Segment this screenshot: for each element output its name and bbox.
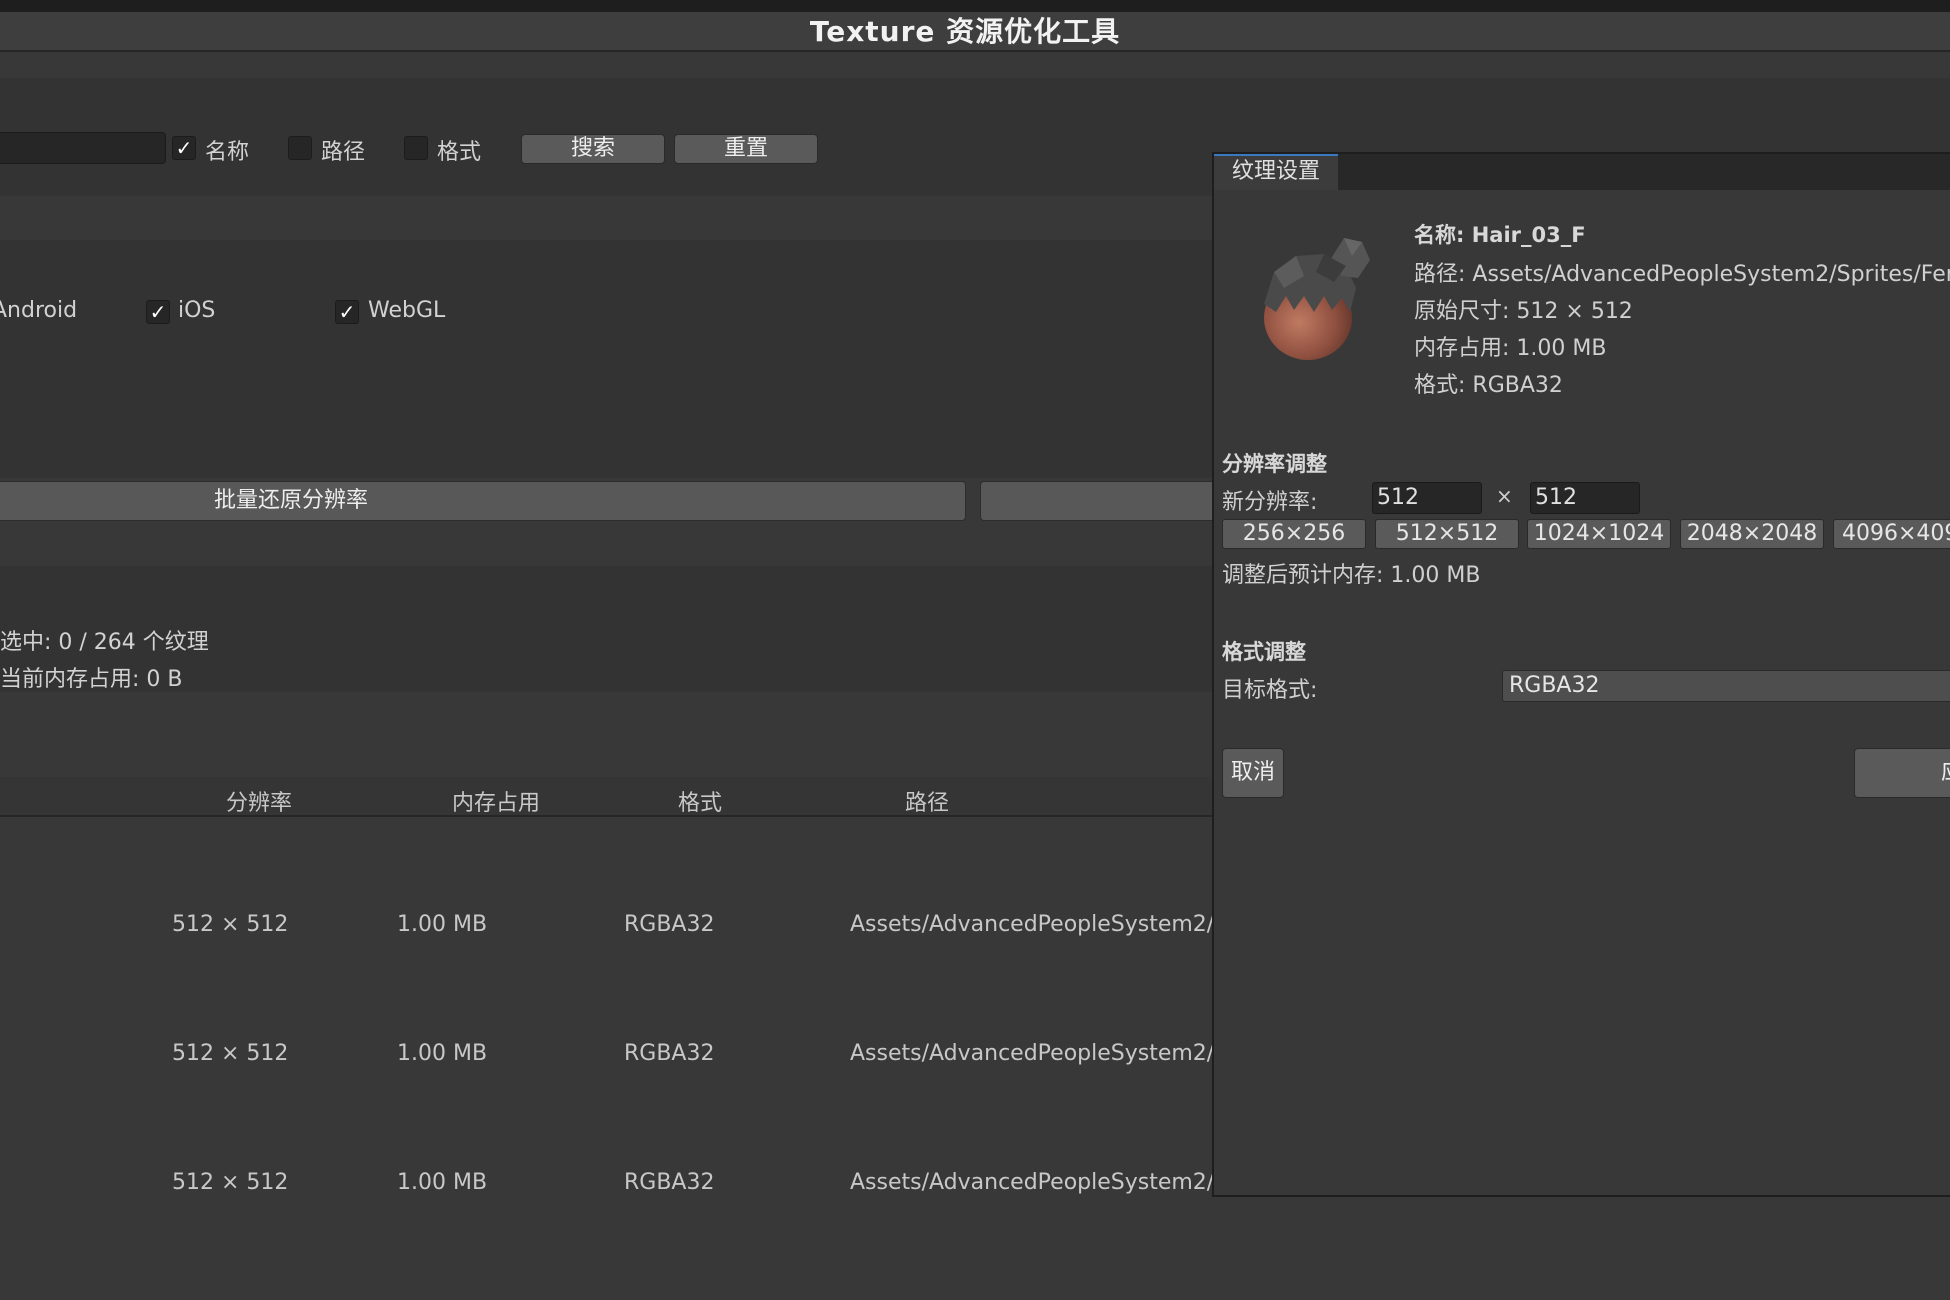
name-checkbox-label: 名称 <box>205 140 250 165</box>
check-icon: ✓ <box>149 300 167 324</box>
selected-count: 选中: 0 / 264 个纹理 <box>0 630 209 655</box>
target-format-label: 目标格式: <box>1222 678 1318 703</box>
path-checkbox-label: 路径 <box>321 140 366 165</box>
window-top-strip <box>0 0 1950 12</box>
platform-ios-label: iOS <box>178 298 216 323</box>
row-format: RGBA32 <box>624 912 715 937</box>
table-row[interactable]: 512 × 512 1.00 MB RGBA32 Assets/Advanced… <box>0 1158 1215 1208</box>
row-resolution: 512 × 512 <box>172 1170 289 1195</box>
cancel-button[interactable]: 取消 <box>1222 748 1284 798</box>
preset-2048-button[interactable]: 2048×2048 <box>1680 519 1824 549</box>
platform-webgl-checkbox[interactable]: ✓ <box>335 300 359 324</box>
row-path: Assets/AdvancedPeopleSystem2/ <box>850 1170 1215 1195</box>
row-resolution: 512 × 512 <box>172 912 289 937</box>
name-checkbox[interactable]: ✓ <box>172 136 196 160</box>
platform-android-label[interactable]: Android <box>0 298 77 323</box>
batch-secondary-button[interactable] <box>980 481 1220 521</box>
path-checkbox[interactable] <box>288 136 312 160</box>
row-resolution: 512 × 512 <box>172 1041 289 1066</box>
check-icon: ✓ <box>175 136 193 160</box>
tab-texture-settings[interactable]: 纹理设置 <box>1214 154 1338 190</box>
current-memory: 当前内存占用: 0 B <box>0 667 183 692</box>
preset-4096-button[interactable]: 4096×409 <box>1833 519 1950 549</box>
texture-path: 路径: Assets/AdvancedPeopleSystem2/Sprites… <box>1414 262 1950 287</box>
platform-webgl-label: WebGL <box>368 298 446 323</box>
table-row[interactable]: 512 × 512 1.00 MB RGBA32 Assets/Advanced… <box>0 1029 1215 1079</box>
search-input[interactable] <box>0 132 166 164</box>
search-button[interactable]: 搜索 <box>521 134 665 164</box>
texture-memory: 内存占用: 1.00 MB <box>1414 336 1607 361</box>
platform-ios-checkbox[interactable]: ✓ <box>146 300 170 324</box>
preset-256-button[interactable]: 256×256 <box>1222 519 1366 549</box>
reset-button[interactable]: 重置 <box>674 134 818 164</box>
preset-1024-button[interactable]: 1024×1024 <box>1527 519 1671 549</box>
times-symbol: × <box>1496 484 1513 508</box>
batch-restore-button[interactable]: 批量还原分辨率 <box>0 481 966 521</box>
new-resolution-label: 新分辨率: <box>1222 490 1318 515</box>
window-title: Texture 资源优化工具 <box>809 15 1121 48</box>
row-memory: 1.00 MB <box>397 1170 488 1195</box>
table-row[interactable]: 512 × 512 1.00 MB RGBA32 Assets/Advanced… <box>0 900 1215 950</box>
texture-preview-thumbnail <box>1244 226 1384 366</box>
format-checkbox-label: 格式 <box>437 140 482 165</box>
texture-original-size: 原始尺寸: 512 × 512 <box>1414 299 1633 324</box>
format-checkbox[interactable] <box>404 136 428 160</box>
resolution-heading: 分辨率调整 <box>1222 452 1327 476</box>
row-path: Assets/AdvancedPeopleSystem2/ <box>850 1041 1215 1066</box>
row-memory: 1.00 MB <box>397 912 488 937</box>
preset-512-button[interactable]: 512×512 <box>1375 519 1519 549</box>
row-format: RGBA32 <box>624 1041 715 1066</box>
texture-name: 名称: Hair_03_F <box>1414 223 1586 247</box>
batch-restore-label: 批量还原分辨率 <box>213 488 368 513</box>
texture-format: 格式: RGBA32 <box>1414 373 1563 398</box>
texture-settings-dialog: 纹理设置 名称: Hair_03_F 路径: Assets/AdvancedPe… <box>1212 152 1950 1197</box>
resolution-width-input[interactable]: 512 <box>1372 482 1482 514</box>
column-header-format[interactable]: 格式 <box>678 785 722 817</box>
format-heading: 格式调整 <box>1222 640 1306 664</box>
apply-button[interactable]: 应 <box>1854 748 1950 798</box>
estimated-memory: 调整后预计内存: 1.00 MB <box>1222 563 1481 588</box>
column-header-resolution[interactable]: 分辨率 <box>226 785 292 817</box>
column-header-memory[interactable]: 内存占用 <box>452 785 540 817</box>
column-header-path[interactable]: 路径 <box>905 785 949 817</box>
resolution-height-input[interactable]: 512 <box>1530 482 1640 514</box>
row-path: Assets/AdvancedPeopleSystem2/ <box>850 912 1215 937</box>
row-memory: 1.00 MB <box>397 1041 488 1066</box>
check-icon: ✓ <box>338 300 356 324</box>
row-format: RGBA32 <box>624 1170 715 1195</box>
target-format-dropdown[interactable]: RGBA32 <box>1502 670 1950 702</box>
